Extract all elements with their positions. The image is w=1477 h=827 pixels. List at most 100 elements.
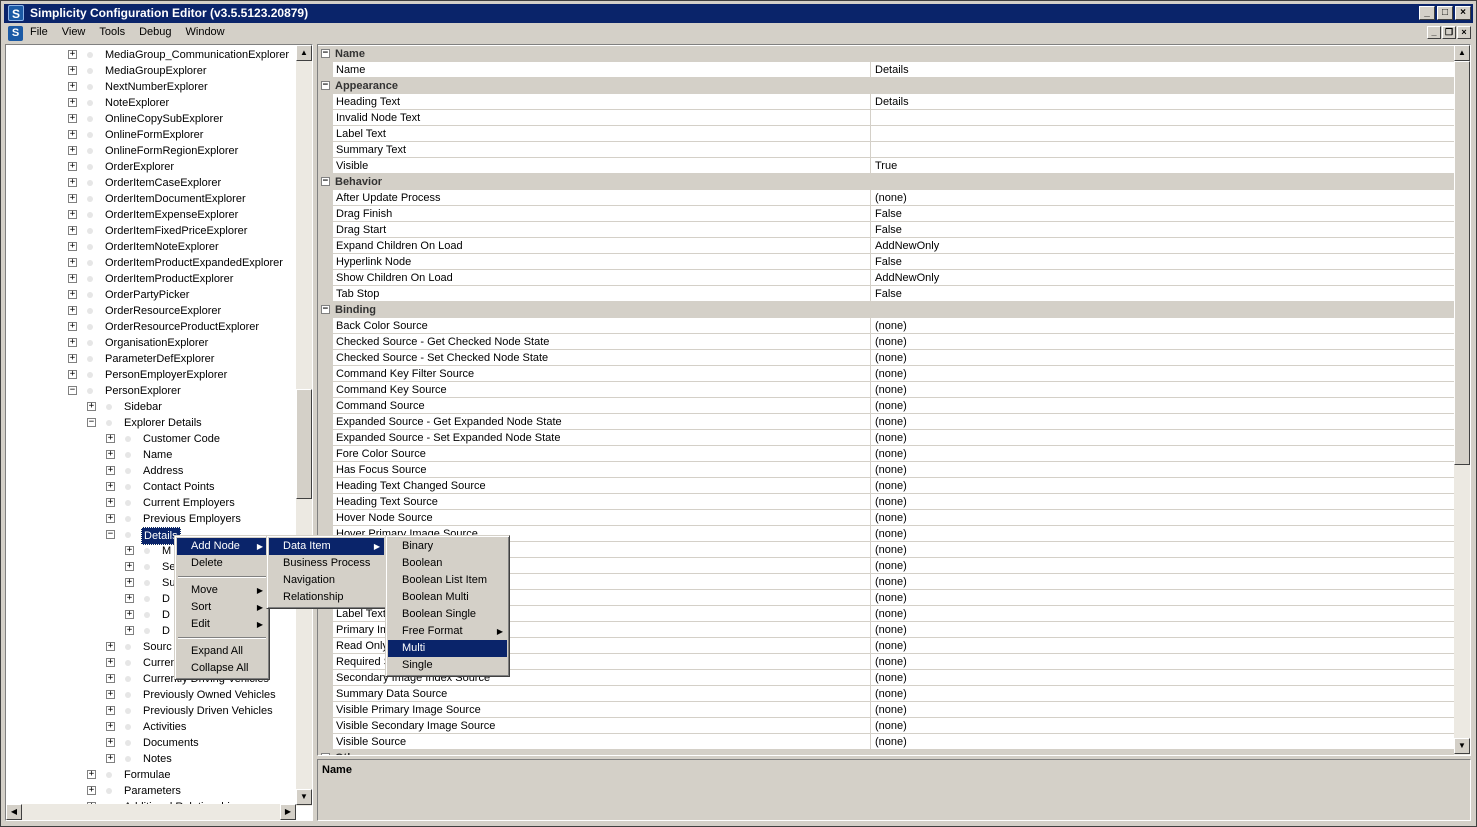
property-name[interactable]: Visible Primary Image Source bbox=[333, 702, 871, 718]
property-row[interactable]: Command Key Filter Source (none) bbox=[318, 366, 1455, 382]
expand-icon[interactable]: + bbox=[68, 290, 77, 299]
tree-node-label[interactable]: Previously Owned Vehicles bbox=[141, 687, 278, 703]
expand-icon[interactable]: + bbox=[68, 98, 77, 107]
expand-icon[interactable]: + bbox=[68, 130, 77, 139]
expand-icon[interactable]: + bbox=[68, 162, 77, 171]
collapse-icon[interactable]: − bbox=[321, 177, 330, 186]
tree-node-label[interactable]: MediaGroupExplorer bbox=[103, 63, 209, 79]
tree-vertical-scrollbar[interactable]: ▲ ▼ bbox=[296, 45, 312, 806]
tree-node[interactable]: + Activities bbox=[6, 719, 296, 735]
expand-icon[interactable]: + bbox=[106, 450, 115, 459]
property-name[interactable]: Visible Secondary Image Source bbox=[333, 718, 871, 734]
menu-item-data-item[interactable]: Data Item ▶ bbox=[269, 538, 384, 555]
collapse-icon[interactable]: − bbox=[68, 386, 77, 395]
menu-view[interactable]: View bbox=[62, 26, 86, 38]
expand-icon[interactable]: + bbox=[87, 786, 96, 795]
menu-item-collapse-all[interactable]: Collapse All bbox=[177, 660, 267, 677]
property-value[interactable]: (none) bbox=[871, 430, 1455, 446]
collapse-icon[interactable]: − bbox=[321, 753, 330, 755]
property-value[interactable]: (none) bbox=[871, 702, 1455, 718]
title-bar[interactable]: S Simplicity Configuration Editor (v3.5.… bbox=[4, 4, 1473, 23]
property-name[interactable]: Visible Source bbox=[333, 734, 871, 750]
tree-node-label[interactable]: OrganisationExplorer bbox=[103, 335, 210, 351]
menu-item-boolean[interactable]: Boolean bbox=[388, 555, 507, 572]
property-name[interactable]: Heading Text bbox=[333, 94, 871, 110]
expand-icon[interactable]: + bbox=[68, 322, 77, 331]
tree-node-label[interactable]: Curren bbox=[141, 655, 179, 671]
property-row[interactable]: Command Key Source (none) bbox=[318, 382, 1455, 398]
menu-tools[interactable]: Tools bbox=[99, 26, 125, 38]
expand-icon[interactable]: + bbox=[68, 210, 77, 219]
tree-node[interactable]: + Address bbox=[6, 463, 296, 479]
property-row[interactable]: Heading Text Details bbox=[318, 94, 1455, 110]
property-row[interactable]: Expanded Source - Set Expanded Node Stat… bbox=[318, 430, 1455, 446]
scroll-thumb[interactable] bbox=[296, 389, 312, 499]
property-row[interactable]: Visible Secondary Image Source (none) bbox=[318, 718, 1455, 734]
tree-node-label[interactable]: OnlineFormRegionExplorer bbox=[103, 143, 240, 159]
property-name[interactable]: Checked Source - Set Checked Node State bbox=[333, 350, 871, 366]
property-name[interactable]: Tab Stop bbox=[333, 286, 871, 302]
tree-node[interactable]: + Name bbox=[6, 447, 296, 463]
property-name[interactable]: Command Key Source bbox=[333, 382, 871, 398]
category-name[interactable]: − Name bbox=[318, 46, 1455, 62]
collapse-icon[interactable]: − bbox=[321, 49, 330, 58]
property-row[interactable]: Invalid Node Text bbox=[318, 110, 1455, 126]
property-value[interactable] bbox=[871, 126, 1455, 142]
tree-node-label[interactable]: Explorer Details bbox=[122, 415, 204, 431]
tree-node-label[interactable]: Sidebar bbox=[122, 399, 164, 415]
property-value[interactable]: (none) bbox=[871, 446, 1455, 462]
property-value[interactable]: (none) bbox=[871, 670, 1455, 686]
property-value[interactable]: True bbox=[871, 158, 1455, 174]
property-row[interactable]: Summary Data Source (none) bbox=[318, 686, 1455, 702]
tree-node[interactable]: + OrganisationExplorer bbox=[6, 335, 296, 351]
property-value[interactable]: (none) bbox=[871, 414, 1455, 430]
expand-icon[interactable]: + bbox=[87, 770, 96, 779]
expand-icon[interactable]: + bbox=[106, 690, 115, 699]
menu-item-edit[interactable]: Edit ▶ bbox=[177, 616, 267, 633]
maximize-button[interactable]: □ bbox=[1437, 6, 1453, 20]
expand-icon[interactable]: + bbox=[125, 562, 134, 571]
property-value[interactable]: (none) bbox=[871, 638, 1455, 654]
scroll-left-icon[interactable]: ◀ bbox=[6, 804, 22, 820]
tree-node-label[interactable]: OrderItemProductExplorer bbox=[103, 271, 235, 287]
tree-node-label[interactable]: Address bbox=[141, 463, 185, 479]
explorer-tree[interactable]: + MediaGroup_CommunicationExplorer + MediaG… bbox=[5, 44, 313, 821]
property-row[interactable]: After Update Process (none) bbox=[318, 190, 1455, 206]
menu-item-relationship[interactable]: Relationship bbox=[269, 589, 384, 606]
property-name[interactable]: Show Children On Load bbox=[333, 270, 871, 286]
property-row[interactable]: Show Children On Load AddNewOnly bbox=[318, 270, 1455, 286]
tree-node-label[interactable]: NextNumberExplorer bbox=[103, 79, 210, 95]
tree-node-label[interactable]: PersonExplorer bbox=[103, 383, 183, 399]
tree-node[interactable]: + OrderItemProductExpandedExplorer bbox=[6, 255, 296, 271]
expand-icon[interactable]: + bbox=[125, 546, 134, 555]
expand-icon[interactable]: + bbox=[68, 242, 77, 251]
tree-node-label[interactable]: ParameterDefExplorer bbox=[103, 351, 216, 367]
tree-node-label[interactable]: MediaGroup_CommunicationExplorer bbox=[103, 47, 291, 63]
menu-item-expand-all[interactable]: Expand All bbox=[177, 643, 267, 660]
tree-node[interactable]: + Previously Owned Vehicles bbox=[6, 687, 296, 703]
property-value[interactable]: False bbox=[871, 254, 1455, 270]
expand-icon[interactable]: + bbox=[106, 642, 115, 651]
tree-node[interactable]: + ParameterDefExplorer bbox=[6, 351, 296, 367]
property-value[interactable]: Details bbox=[871, 94, 1455, 110]
tree-node-label[interactable]: M bbox=[160, 543, 173, 559]
tree-node[interactable]: + Formulae bbox=[6, 767, 296, 783]
property-row[interactable]: Fore Color Source (none) bbox=[318, 446, 1455, 462]
expand-icon[interactable]: + bbox=[106, 674, 115, 683]
expand-icon[interactable]: + bbox=[106, 482, 115, 491]
property-value[interactable] bbox=[871, 142, 1455, 158]
property-value[interactable]: (none) bbox=[871, 718, 1455, 734]
tree-node[interactable]: + OrderExplorer bbox=[6, 159, 296, 175]
tree-node-label[interactable]: OrderResourceProductExplorer bbox=[103, 319, 261, 335]
property-row[interactable]: Drag Finish False bbox=[318, 206, 1455, 222]
tree-node[interactable]: + OrderItemProductExplorer bbox=[6, 271, 296, 287]
property-value[interactable]: (none) bbox=[871, 558, 1455, 574]
property-name[interactable]: Expanded Source - Get Expanded Node Stat… bbox=[333, 414, 871, 430]
tree-node-label[interactable]: OrderItemCaseExplorer bbox=[103, 175, 223, 191]
property-row[interactable]: Heading Text Source (none) bbox=[318, 494, 1455, 510]
property-value[interactable]: (none) bbox=[871, 334, 1455, 350]
menu-window[interactable]: Window bbox=[186, 26, 225, 38]
property-value[interactable]: (none) bbox=[871, 510, 1455, 526]
property-name[interactable]: Expand Children On Load bbox=[333, 238, 871, 254]
property-row[interactable]: Visible Source (none) bbox=[318, 734, 1455, 750]
